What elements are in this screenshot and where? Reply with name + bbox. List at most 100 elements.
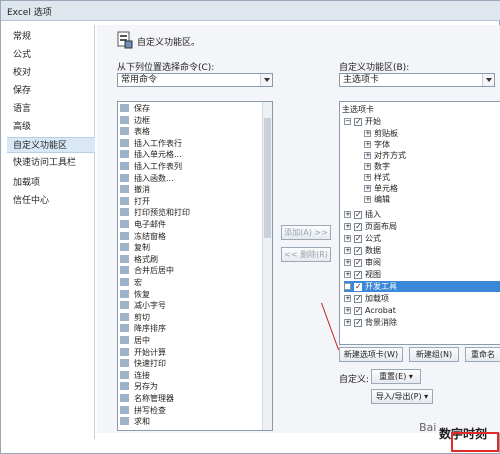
import-export-button[interactable]: 导入/导出(P) ▾ (371, 389, 433, 404)
command-item[interactable]: 合并后居中 (120, 266, 174, 275)
tree-tab-item[interactable]: + 数据 (344, 245, 381, 256)
expand-icon[interactable]: + (364, 185, 371, 192)
expand-icon[interactable]: + (344, 283, 351, 290)
command-item[interactable]: 打印预览和打印 (120, 208, 190, 217)
nav-item-language[interactable]: 语言 (7, 101, 95, 117)
commands-list[interactable]: 保存边框表格插入工作表行 插入单元格... 插入工作表列 插入函数... 撤消打开打印预… (117, 101, 273, 431)
expand-icon[interactable]: + (364, 152, 371, 159)
command-item[interactable]: 居中 (120, 336, 150, 345)
tree-group-item[interactable]: + 字体 (364, 139, 390, 150)
tab-checkbox[interactable] (354, 209, 362, 220)
tree-item-label: 插入 (365, 210, 381, 219)
command-item[interactable]: 表格 (120, 127, 150, 136)
command-item[interactable]: 开始计算 (120, 347, 166, 357)
tab-checkbox[interactable] (354, 221, 362, 232)
new-tab-button[interactable]: 新建选项卡(W) (339, 347, 403, 362)
add-button[interactable]: 添加(A) >> (281, 225, 331, 240)
choose-commands-combo[interactable]: 常用命令 (117, 73, 273, 87)
tab-checkbox[interactable] (354, 233, 362, 244)
command-item[interactable]: 电子邮件 (120, 220, 166, 229)
tree-tab-item[interactable]: + 视图 (344, 269, 381, 280)
nav-item-addins[interactable]: 加载项 (7, 175, 95, 191)
tree-tab-start[interactable]: − 开始 (344, 116, 381, 127)
tab-checkbox[interactable] (354, 245, 362, 256)
nav-item-trust-center[interactable]: 信任中心 (7, 193, 95, 209)
tree-group-item[interactable]: + 对齐方式 (364, 150, 406, 161)
nav-item-customize-ribbon[interactable]: 自定义功能区 (7, 137, 95, 153)
tree-tab-item[interactable]: + 加载项 (344, 293, 389, 304)
command-item[interactable]: 求和 (120, 417, 150, 426)
expand-icon[interactable]: + (364, 174, 371, 181)
command-item[interactable]: 复制 (120, 243, 150, 252)
command-item[interactable]: 另存为 (120, 382, 158, 391)
expand-icon[interactable]: + (344, 223, 351, 230)
commands-scrollbar[interactable] (262, 102, 272, 430)
tree-group-item[interactable]: + 样式 (364, 172, 390, 183)
expand-icon[interactable]: + (344, 295, 351, 302)
expand-icon[interactable]: + (364, 130, 371, 137)
expand-icon[interactable]: + (344, 271, 351, 278)
expand-icon[interactable]: + (364, 196, 371, 203)
tree-group-item[interactable]: + 单元格 (364, 183, 398, 194)
expand-icon[interactable]: + (344, 247, 351, 254)
command-item[interactable]: 边框 (120, 115, 150, 125)
tree-tab-item[interactable]: + Acrobat (344, 305, 396, 316)
nav-item-advanced[interactable]: 高级 (7, 119, 95, 135)
expand-icon[interactable]: + (344, 319, 351, 326)
command-item[interactable]: 插入单元格... (120, 150, 182, 159)
collapse-icon[interactable]: − (344, 118, 351, 125)
nav-item-quick-access[interactable]: 快速访问工具栏 (7, 155, 95, 171)
tab-checkbox[interactable] (354, 281, 362, 292)
command-item[interactable]: 格式刷 (120, 254, 158, 264)
command-item[interactable]: 插入工作表列 (120, 162, 182, 171)
tab-checkbox[interactable] (354, 116, 362, 127)
rename-button[interactable]: 重命名 (465, 347, 500, 362)
remove-button[interactable]: << 删除(R) (281, 247, 331, 262)
command-item[interactable]: 恢复 (120, 289, 150, 299)
tree-group-item[interactable]: + 数字 (364, 161, 390, 172)
expand-icon[interactable]: + (344, 235, 351, 242)
command-item[interactable]: 宏 (120, 278, 142, 287)
tab-checkbox[interactable] (354, 269, 362, 280)
command-item[interactable]: 降序排序 (120, 324, 166, 333)
command-item[interactable]: 打开 (120, 196, 150, 206)
tree-tab-item[interactable]: + 页面布局 (344, 221, 397, 232)
command-item[interactable]: 插入函数... (120, 173, 174, 183)
tree-tab-item[interactable]: + 审阅 (344, 257, 381, 268)
tree-group-item[interactable]: + 剪贴板 (364, 128, 398, 139)
tree-tab-item[interactable]: + 背景消除 (344, 317, 397, 328)
command-item[interactable]: 连接 (120, 370, 150, 380)
tab-checkbox[interactable] (354, 305, 362, 316)
ribbon-tabs-tree[interactable]: 主选项卡 −开始+剪贴板+字体+对齐方式+数字+样式+单元格+编辑+插入+页面布… (339, 101, 500, 345)
expand-icon[interactable]: + (364, 163, 371, 170)
command-label: 连接 (134, 370, 150, 380)
tab-checkbox[interactable] (354, 317, 362, 328)
expand-icon[interactable]: + (364, 141, 371, 148)
command-item[interactable]: 插入工作表行 (120, 138, 182, 148)
expand-icon[interactable]: + (344, 259, 351, 266)
command-item[interactable]: 保存 (120, 104, 150, 113)
command-item[interactable]: 减小字号 (120, 301, 166, 310)
reset-button[interactable]: 重置(E) ▾ (371, 369, 421, 384)
command-item[interactable]: 剪切 (120, 312, 150, 322)
expand-icon[interactable]: + (344, 211, 351, 218)
expand-icon[interactable]: + (344, 307, 351, 314)
nav-item-proofing[interactable]: 校对 (7, 65, 95, 81)
tab-checkbox[interactable] (354, 257, 362, 268)
command-item[interactable]: 拼写检查 (120, 405, 166, 415)
tab-checkbox[interactable] (354, 293, 362, 304)
nav-item-save[interactable]: 保存 (7, 83, 95, 99)
command-item[interactable]: 快速打印 (120, 359, 166, 368)
command-item[interactable]: 撤消 (120, 185, 150, 194)
command-icon (120, 173, 129, 182)
tree-tab-item[interactable]: + 公式 (344, 233, 381, 244)
tree-tab-item[interactable]: + 开发工具 (344, 281, 500, 292)
tree-tab-item[interactable]: + 插入 (344, 209, 381, 220)
tree-group-item[interactable]: + 编辑 (364, 194, 390, 205)
customize-ribbon-combo[interactable]: 主选项卡 (339, 73, 495, 87)
nav-item-general[interactable]: 常规 (7, 29, 95, 45)
command-item[interactable]: 冻结窗格 (120, 231, 166, 241)
new-group-button[interactable]: 新建组(N) (409, 347, 459, 362)
nav-item-formulas[interactable]: 公式 (7, 47, 95, 63)
command-item[interactable]: 名称管理器 (120, 394, 174, 403)
